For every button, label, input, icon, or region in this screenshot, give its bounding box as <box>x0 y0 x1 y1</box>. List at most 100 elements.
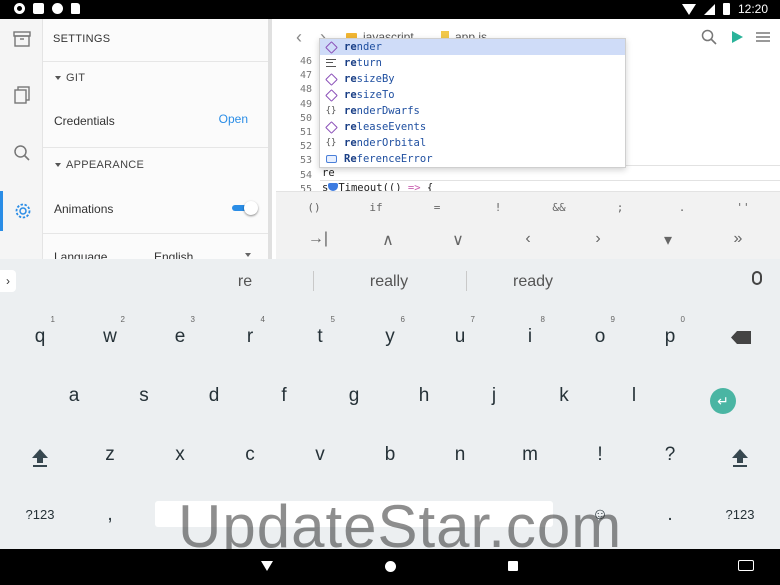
current-code-line[interactable]: re <box>322 167 335 179</box>
circle-icon <box>52 3 63 14</box>
key-q[interactable]: q1 <box>10 309 70 365</box>
autocomplete-item[interactable]: {} renderOrbital <box>320 135 625 151</box>
key-comma[interactable]: , <box>80 487 140 543</box>
key-n[interactable]: n <box>430 427 490 483</box>
suggestion[interactable]: ready <box>458 273 608 291</box>
key-z[interactable]: z <box>80 427 140 483</box>
tab-key[interactable]: →| <box>298 230 338 252</box>
key-x[interactable]: x <box>150 427 210 483</box>
autocomplete-item[interactable]: releaseEvents <box>320 119 625 135</box>
language-select[interactable]: English <box>154 250 193 259</box>
key-exclamation[interactable]: ! <box>570 427 630 483</box>
symbol-key[interactable]: ; <box>600 201 640 214</box>
key-y[interactable]: y6 <box>360 309 420 365</box>
symbol-key[interactable]: if <box>356 201 396 214</box>
back-triangle-icon[interactable] <box>261 561 273 571</box>
clock: 12:20 <box>737 2 768 16</box>
symbols-key[interactable]: ?123 <box>710 487 770 543</box>
enter-icon[interactable]: ↵ <box>710 388 736 414</box>
clipboard-icon <box>71 3 80 14</box>
autocomplete-item[interactable]: {} renderDwarfs <box>320 103 625 119</box>
side-rail <box>0 19 43 259</box>
key-f[interactable]: f <box>254 368 314 424</box>
symbol-key[interactable]: () <box>294 201 334 214</box>
suggestion[interactable]: really <box>314 273 464 291</box>
autocomplete-item[interactable]: render <box>320 39 625 55</box>
shift-icon[interactable] <box>31 447 49 467</box>
git-section-header[interactable]: GIT <box>55 72 85 84</box>
settings-icon[interactable] <box>0 191 43 231</box>
autocomplete-item[interactable]: ReferenceError <box>320 151 625 167</box>
back-arrow-icon[interactable]: ‹ <box>296 27 302 48</box>
backspace-icon[interactable] <box>731 331 751 344</box>
menu-icon[interactable] <box>754 28 772 46</box>
keyword-icon <box>325 57 337 69</box>
key-d[interactable]: d <box>184 368 244 424</box>
key-a[interactable]: a <box>44 368 104 424</box>
gear-icon <box>14 3 25 14</box>
key-o[interactable]: o9 <box>570 309 630 365</box>
key-p[interactable]: p0 <box>640 309 700 365</box>
symbol-key[interactable]: ! <box>478 201 518 214</box>
animations-toggle[interactable] <box>232 201 258 215</box>
symbol-key[interactable]: = <box>417 201 457 214</box>
settings-title: SETTINGS <box>53 33 111 45</box>
key-h[interactable]: h <box>394 368 454 424</box>
key-t[interactable]: t5 <box>290 309 350 365</box>
divider <box>43 61 268 62</box>
autocomplete-item[interactable]: resizeTo <box>320 87 625 103</box>
key-question[interactable]: ? <box>640 427 700 483</box>
key-w[interactable]: w2 <box>80 309 140 365</box>
autocomplete-item[interactable]: return <box>320 55 625 71</box>
caret-right-key[interactable]: › <box>578 230 618 252</box>
shift-icon[interactable] <box>731 447 749 467</box>
symbol-key[interactable]: . <box>662 201 702 214</box>
battery-icon <box>722 3 730 15</box>
caret-down-key[interactable]: ∨ <box>438 230 478 252</box>
key-s[interactable]: s <box>114 368 174 424</box>
key-u[interactable]: u7 <box>430 309 490 365</box>
search-icon[interactable] <box>700 28 718 46</box>
caret-left-key[interactable]: ‹ <box>508 230 548 252</box>
autocomplete-item[interactable]: resizeBy <box>320 71 625 87</box>
key-r[interactable]: r4 <box>220 309 280 365</box>
microphone-icon[interactable] <box>752 271 762 285</box>
files-icon[interactable] <box>0 75 43 115</box>
appearance-section-header[interactable]: APPEARANCE <box>55 159 144 171</box>
recents-square-icon[interactable] <box>508 561 518 571</box>
archive-icon[interactable] <box>0 19 43 59</box>
home-circle-icon[interactable] <box>385 561 396 572</box>
language-label: Language <box>54 250 108 259</box>
credentials-open-button[interactable]: Open <box>219 112 248 126</box>
line-number-gutter: 46 47 48 49 50 51 52 53 54 55 <box>286 55 312 197</box>
symbol-key[interactable]: '' <box>723 201 763 214</box>
caret-up-key[interactable]: ∧ <box>368 230 408 252</box>
line-number: 52 <box>299 141 312 153</box>
key-m[interactable]: m <box>500 427 560 483</box>
caret-down-icon <box>55 163 61 167</box>
cursor-handle-icon[interactable] <box>328 183 339 191</box>
symbol-key[interactable]: && <box>539 201 579 214</box>
key-k[interactable]: k <box>534 368 594 424</box>
key-j[interactable]: j <box>464 368 524 424</box>
more-key[interactable]: ▾ <box>648 230 688 252</box>
key-i[interactable]: i8 <box>500 309 560 365</box>
suggestion[interactable]: re <box>170 273 320 291</box>
key-g[interactable]: g <box>324 368 384 424</box>
run-icon[interactable] <box>728 28 746 46</box>
key-b[interactable]: b <box>360 427 420 483</box>
key-e[interactable]: e3 <box>150 309 210 365</box>
expand-chevron-icon[interactable]: › <box>0 270 16 292</box>
fast-forward-key[interactable]: » <box>718 230 758 252</box>
symbols-key[interactable]: ?123 <box>10 487 70 543</box>
line-number: 50 <box>299 112 312 124</box>
method-icon <box>324 88 338 102</box>
chevron-down-icon <box>245 253 251 257</box>
key-period[interactable]: . <box>640 487 700 543</box>
search-icon[interactable] <box>0 133 43 173</box>
key-l[interactable]: l <box>604 368 664 424</box>
method-icon <box>324 72 338 86</box>
keyboard-switch-icon[interactable] <box>738 560 754 571</box>
key-c[interactable]: c <box>220 427 280 483</box>
key-v[interactable]: v <box>290 427 350 483</box>
